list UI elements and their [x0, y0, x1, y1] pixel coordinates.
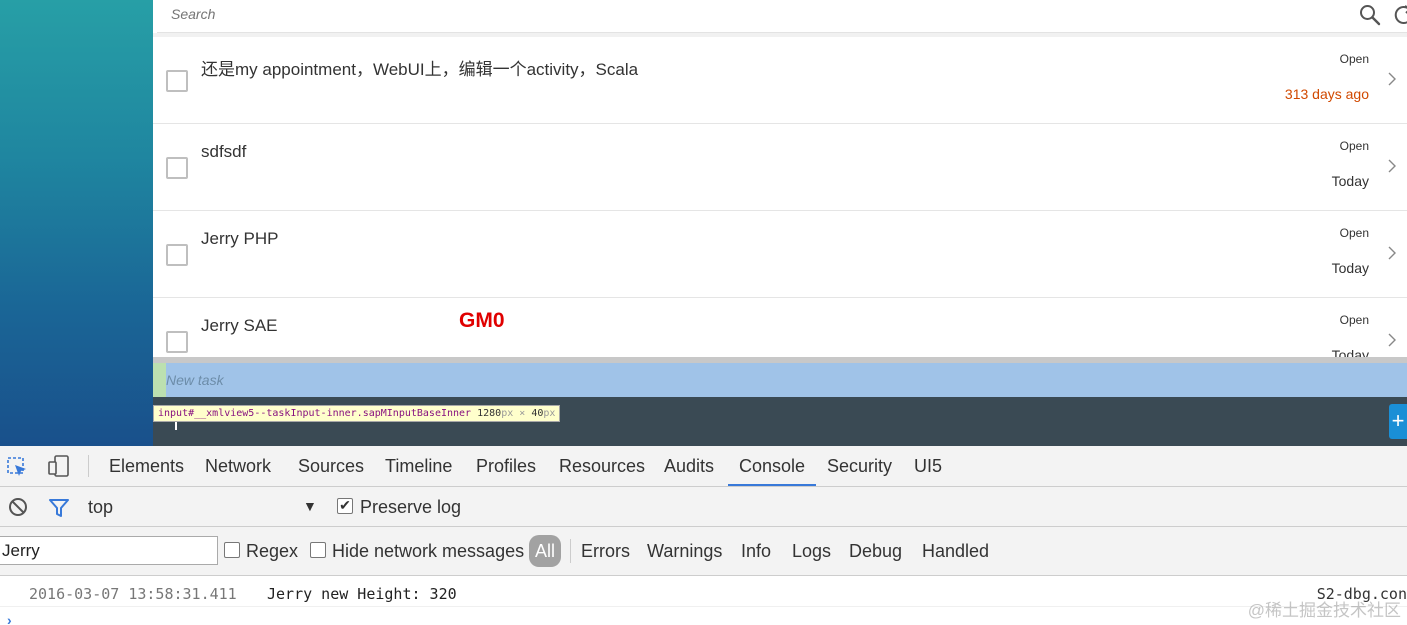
task-checkbox[interactable]	[166, 244, 188, 266]
log-timestamp: 2016-03-07 13:58:31.411	[29, 585, 237, 603]
add-task-button[interactable]: +	[1389, 404, 1407, 439]
task-row[interactable]: 还是my appointment，WebUI上，编辑一个activity，Sca…	[153, 37, 1407, 124]
level-debug[interactable]: Debug	[849, 541, 902, 562]
task-date: Today	[1331, 173, 1369, 189]
tab-timeline[interactable]: Timeline	[385, 446, 452, 486]
task-date: Today	[1331, 347, 1369, 357]
chevron-right-icon[interactable]	[1387, 158, 1397, 174]
filter-separator	[570, 539, 571, 563]
console-filter-input[interactable]	[0, 536, 218, 565]
filter-icon[interactable]	[48, 497, 70, 519]
tooltip-selector: input#__xmlview5--taskInput-inner.sapMIn…	[158, 408, 472, 419]
level-errors[interactable]: Errors	[581, 541, 630, 562]
console-log-row: 2016-03-07 13:58:31.411 Jerry new Height…	[0, 576, 1407, 607]
inspect-tooltip: input#__xmlview5--taskInput-inner.sapMIn…	[153, 405, 561, 422]
task-status: Open	[1339, 226, 1369, 240]
chevron-right-icon[interactable]	[1387, 332, 1397, 348]
tooltip-unit: px	[501, 408, 514, 419]
tooltip-unit: px	[543, 408, 556, 419]
tooltip-width: 1280	[477, 408, 502, 419]
tooltip-height: 40	[531, 408, 544, 419]
search-bar[interactable]: Search	[157, 0, 1407, 33]
level-logs[interactable]: Logs	[792, 541, 831, 562]
tab-profiles[interactable]: Profiles	[476, 446, 536, 486]
search-icon[interactable]	[1358, 3, 1382, 27]
task-title: 还是my appointment，WebUI上，编辑一个activity，Sca…	[201, 60, 639, 79]
devtools-tab-bar: Elements Network Sources Timeline Profil…	[0, 446, 1407, 487]
level-info[interactable]: Info	[741, 541, 771, 562]
task-checkbox[interactable]	[166, 70, 188, 92]
tab-audits[interactable]: Audits	[664, 446, 714, 486]
clear-console-icon[interactable]	[8, 497, 28, 517]
dropdown-arrow-icon[interactable]: ▼	[303, 498, 317, 514]
tab-ui5[interactable]: UI5	[914, 446, 942, 486]
chevron-right-icon[interactable]	[1387, 71, 1397, 87]
hide-network-checkbox[interactable]	[310, 542, 326, 558]
task-status: Open	[1339, 52, 1369, 66]
toolbar-separator	[88, 455, 89, 477]
screen: Search 还是my appointment，WebUI上，编辑一个activ…	[0, 0, 1407, 625]
device-mode-icon[interactable]	[47, 454, 71, 478]
task-row[interactable]: Jerry SAE Open Today	[153, 298, 1407, 357]
tab-console[interactable]: Console	[728, 446, 817, 486]
refresh-icon[interactable]	[1393, 3, 1407, 27]
regex-label: Regex	[246, 541, 299, 561]
task-title: Jerry PHP	[201, 229, 279, 248]
hide-network-label: Hide network messages	[332, 541, 525, 561]
search-placeholder: Search	[171, 6, 216, 22]
context-select[interactable]: top	[88, 497, 113, 518]
preserve-log-label: Preserve log	[360, 497, 462, 517]
overlay-label: GM0	[459, 309, 505, 332]
preserve-log-checkbox[interactable]: ✔	[337, 498, 353, 514]
console-toolbar: top ▼ ✔ Preserve log	[0, 487, 1407, 527]
tab-network[interactable]: Network	[205, 446, 271, 486]
task-date: 313 days ago	[1284, 86, 1369, 102]
task-status: Open	[1339, 139, 1369, 153]
task-checkbox[interactable]	[166, 331, 188, 353]
tab-sources[interactable]: Sources	[298, 446, 364, 486]
inspect-element-icon[interactable]	[6, 456, 28, 478]
chevron-right-icon[interactable]	[1387, 245, 1397, 261]
level-warnings[interactable]: Warnings	[647, 541, 722, 562]
task-row[interactable]: sdfsdf Open Today	[153, 124, 1407, 211]
tooltip-times: ×	[519, 408, 526, 419]
task-checkbox[interactable]	[166, 157, 188, 179]
level-all[interactable]: All	[529, 535, 562, 567]
level-handled[interactable]: Handled	[922, 541, 989, 562]
task-row[interactable]: Jerry PHP Open Today	[153, 211, 1407, 298]
console-output: 2016-03-07 13:58:31.411 Jerry new Height…	[0, 576, 1407, 625]
console-prompt-icon[interactable]: ›	[7, 612, 12, 625]
new-task-input[interactable]: New task	[153, 363, 1407, 397]
tab-security[interactable]: Security	[827, 446, 892, 486]
app-sidebar	[0, 0, 153, 446]
console-filter-bar: Regex Hide network messages All Errors W…	[0, 527, 1407, 576]
task-list: 还是my appointment，WebUI上，编辑一个activity，Sca…	[153, 37, 1407, 357]
task-date: Today	[1331, 260, 1369, 276]
watermark: @稀土掘金技术社区	[1247, 601, 1401, 620]
log-message: Jerry new Height: 320	[267, 585, 457, 603]
new-task-placeholder: New task	[166, 372, 224, 388]
tab-elements[interactable]: Elements	[109, 446, 184, 486]
task-title: sdfsdf	[201, 142, 247, 161]
task-title: Jerry SAE	[201, 316, 278, 335]
regex-checkbox[interactable]	[224, 542, 240, 558]
task-status: Open	[1339, 313, 1369, 327]
inspect-padding-highlight	[153, 363, 166, 397]
tab-resources[interactable]: Resources	[559, 446, 645, 486]
